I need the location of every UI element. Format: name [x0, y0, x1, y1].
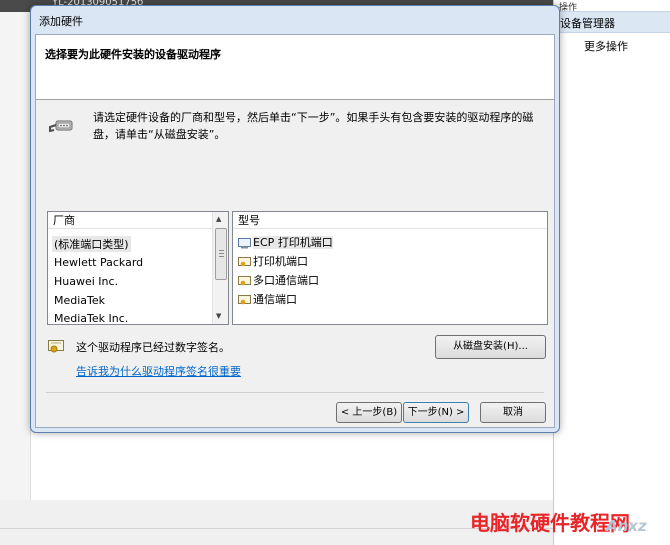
- back-button[interactable]: < 上一步(B): [336, 402, 402, 423]
- manufacturer-scrollbar[interactable]: ▲ ▼: [212, 212, 228, 324]
- manufacturer-item[interactable]: MediaTek Inc.: [54, 312, 128, 325]
- manufacturer-item[interactable]: Hewlett Packard: [54, 256, 143, 269]
- dialog-header-band: 选择要为此硬件安装的设备驱动程序: [36, 35, 554, 100]
- dialog-title: 添加硬件: [39, 15, 83, 28]
- host-left-panel: [0, 12, 31, 500]
- driver-signing-link[interactable]: 告诉我为什么驱动程序签名很重要: [76, 363, 241, 379]
- certified-driver-icon: [238, 256, 251, 266]
- thumb-grip: [219, 253, 224, 254]
- certified-driver-icon: [238, 294, 251, 304]
- actions-item-device-manager-label: 设备管理器: [560, 17, 615, 30]
- model-item-label: 打印机端口: [253, 255, 308, 268]
- manufacturer-item[interactable]: MediaTek: [54, 294, 105, 307]
- port-connector-icon: [49, 120, 73, 133]
- site-watermark-logo: Anxz: [606, 517, 647, 535]
- page-heading: 选择要为此硬件安装的设备驱动程序: [45, 48, 221, 61]
- dialog-titlebar[interactable]: 添加硬件: [31, 6, 559, 33]
- thumb-grip: [219, 256, 224, 257]
- actions-item-more-actions[interactable]: 更多操作: [584, 38, 628, 54]
- signed-driver-text: 这个驱动程序已经过数字签名。: [76, 341, 230, 354]
- model-item[interactable]: 打印机端口: [238, 253, 308, 269]
- button-separator: [46, 392, 544, 393]
- port-icon: [238, 237, 251, 248]
- model-item-label: 通信端口: [253, 293, 297, 306]
- certified-driver-icon: [238, 275, 251, 285]
- actions-item-device-manager[interactable]: 设备管理器: [554, 11, 670, 33]
- model-list[interactable]: 型号 ECP 打印机端口 打印机端口 多口通信端口 通信端口: [232, 211, 548, 325]
- dialog-client-area: 选择要为此硬件安装的设备驱动程序 请选定硬件设备的厂商和型号，然后单击“下一步”…: [35, 34, 555, 428]
- thumb-grip: [219, 250, 224, 251]
- manufacturer-list[interactable]: 厂商 (标准端口类型) Hewlett Packard Huawei Inc. …: [47, 211, 229, 325]
- actions-pane: 操作 设备管理器 更多操作: [553, 0, 670, 545]
- actions-pane-header: 操作: [559, 3, 578, 13]
- manufacturer-item[interactable]: (标准端口类型): [52, 236, 131, 252]
- model-item-label: 多口通信端口: [253, 274, 319, 287]
- cancel-button[interactable]: 取消: [480, 402, 546, 423]
- model-item[interactable]: 多口通信端口: [238, 272, 319, 288]
- model-item-label: ECP 打印机端口: [253, 236, 333, 249]
- scrollbar-thumb[interactable]: [215, 228, 227, 280]
- digital-signature-icon: [48, 340, 64, 353]
- scroll-up-arrow-icon[interactable]: ▲: [216, 215, 221, 223]
- model-list-header: 型号: [233, 212, 547, 229]
- next-button[interactable]: 下一步(N) >: [403, 402, 469, 423]
- manufacturer-list-header: 厂商: [48, 212, 213, 229]
- add-hardware-dialog: 添加硬件 选择要为此硬件安装的设备驱动程序 请选定硬件设备的厂商和型号，然后单击…: [30, 5, 560, 433]
- scroll-down-arrow-icon[interactable]: ▼: [216, 312, 221, 320]
- model-item[interactable]: 通信端口: [238, 291, 297, 307]
- instruction-text: 请选定硬件设备的厂商和型号，然后单击“下一步”。如果手头有包含要安装的驱动程序的…: [93, 111, 534, 141]
- manufacturer-item[interactable]: Huawei Inc.: [54, 275, 118, 288]
- have-disk-button[interactable]: 从磁盘安装(H)...: [435, 335, 546, 359]
- model-item[interactable]: ECP 打印机端口: [238, 234, 333, 250]
